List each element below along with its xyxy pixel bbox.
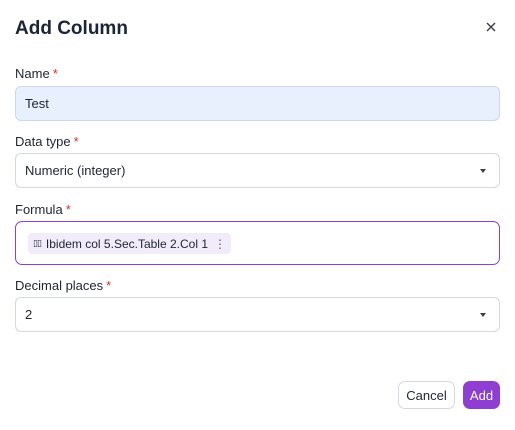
decimal-places-select[interactable]: 2 bbox=[15, 297, 500, 332]
data-type-select[interactable]: Numeric (integer) bbox=[15, 153, 500, 188]
formula-input[interactable]: ▯▯ Ibidem col 5.Sec.Table 2.Col 1 ⋮ bbox=[15, 221, 500, 265]
data-type-selected-value: Numeric (integer) bbox=[25, 163, 126, 178]
name-label: Name * bbox=[15, 66, 58, 81]
data-type-label-text: Data type bbox=[15, 134, 71, 149]
name-input-value: Test bbox=[25, 96, 49, 111]
formula-label-text: Formula bbox=[15, 202, 63, 217]
more-options-icon[interactable]: ⋮ bbox=[214, 237, 226, 251]
name-input[interactable]: Test bbox=[15, 86, 500, 121]
required-marker: * bbox=[73, 134, 79, 149]
cancel-button[interactable]: Cancel bbox=[398, 381, 455, 409]
decimal-places-selected-value: 2 bbox=[25, 307, 33, 322]
add-column-dialog: Add Column Name * Test Data type * Numeric… bbox=[0, 0, 515, 430]
formula-reference-text: Ibidem col 5.Sec.Table 2.Col 1 bbox=[45, 236, 208, 251]
name-label-text: Name bbox=[15, 66, 50, 81]
chevron-down-icon bbox=[480, 168, 486, 173]
required-marker: * bbox=[65, 202, 71, 217]
decimal-places-label: Decimal places * bbox=[15, 278, 111, 293]
chevron-down-icon bbox=[480, 312, 486, 317]
data-type-label: Data type * bbox=[15, 134, 79, 149]
dialog-title: Add Column bbox=[15, 18, 128, 39]
required-marker: * bbox=[106, 278, 112, 293]
formula-reference-chip[interactable]: ▯▯ Ibidem col 5.Sec.Table 2.Col 1 ⋮ bbox=[28, 233, 231, 254]
decimal-places-label-text: Decimal places bbox=[15, 278, 104, 293]
close-icon[interactable] bbox=[484, 20, 498, 34]
add-button[interactable]: Add bbox=[463, 381, 500, 409]
formula-label: Formula * bbox=[15, 202, 71, 217]
required-marker: * bbox=[52, 66, 58, 81]
column-reference-icon: ▯▯ bbox=[33, 238, 42, 248]
